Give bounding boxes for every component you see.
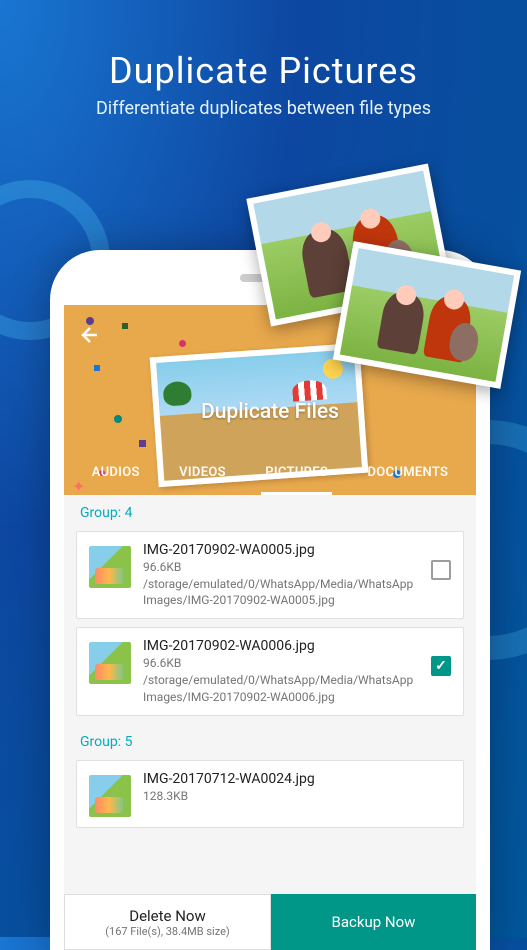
- confetti-icon: [122, 323, 128, 329]
- file-info: IMG-20170902-WA0006.jpg 96.6KB /storage/…: [143, 638, 419, 704]
- floating-photo-stack: [257, 180, 517, 400]
- group-header: Group: 4: [64, 495, 476, 527]
- file-row[interactable]: IMG-20170712-WA0024.jpg 128.3KB: [76, 760, 464, 828]
- file-path: /storage/emulated/0/WhatsApp/Media/Whats…: [143, 576, 419, 608]
- file-info: IMG-20170712-WA0024.jpg 128.3KB: [143, 771, 451, 805]
- page-title: Duplicate Files: [64, 400, 476, 424]
- tab-audios[interactable]: AUDIOS: [88, 453, 144, 495]
- file-row[interactable]: IMG-20170902-WA0005.jpg 96.6KB /storage/…: [76, 531, 464, 619]
- delete-button-subtitle: (167 File(s), 38.4MB size): [105, 925, 230, 938]
- select-checkbox[interactable]: [431, 656, 451, 676]
- delete-button-label: Delete Now: [129, 907, 206, 925]
- arrow-left-icon: [78, 323, 102, 347]
- file-row[interactable]: IMG-20170902-WA0006.jpg 96.6KB /storage/…: [76, 627, 464, 715]
- select-checkbox[interactable]: [431, 560, 451, 580]
- file-thumbnail: [89, 642, 131, 684]
- group-header: Group: 5: [64, 724, 476, 756]
- confetti-icon: [139, 440, 146, 447]
- file-name: IMG-20170712-WA0024.jpg: [143, 771, 451, 787]
- file-thumbnail: [89, 775, 131, 817]
- file-name: IMG-20170902-WA0006.jpg: [143, 638, 419, 654]
- file-name: IMG-20170902-WA0005.jpg: [143, 542, 419, 558]
- tab-documents[interactable]: DOCUMENTS: [364, 453, 453, 495]
- promo-header: Duplicate Pictures Differentiate duplica…: [0, 0, 527, 149]
- promo-subtitle: Differentiate duplicates between file ty…: [20, 98, 507, 119]
- backup-now-button[interactable]: Backup Now: [271, 894, 476, 950]
- back-button[interactable]: [70, 315, 110, 355]
- file-path: /storage/emulated/0/WhatsApp/Media/Whats…: [143, 672, 419, 704]
- file-size: 128.3KB: [143, 789, 451, 803]
- promo-title: Duplicate Pictures: [20, 50, 507, 92]
- file-info: IMG-20170902-WA0005.jpg 96.6KB /storage/…: [143, 542, 419, 608]
- delete-now-button[interactable]: Delete Now (167 File(s), 38.4MB size): [64, 894, 271, 950]
- tab-pictures[interactable]: PICTURES: [261, 453, 332, 495]
- tab-videos[interactable]: VIDEOS: [175, 453, 230, 495]
- confetti-icon: [179, 340, 186, 347]
- file-size: 96.6KB: [143, 560, 419, 574]
- sample-photo: [333, 241, 521, 389]
- confetti-icon: [94, 365, 100, 371]
- bottom-action-bar: Delete Now (167 File(s), 38.4MB size) Ba…: [64, 894, 476, 950]
- file-size: 96.6KB: [143, 656, 419, 670]
- phone-screen: ✦ Duplicate Files AUDIOS VIDEOS PICTURES…: [64, 305, 476, 950]
- file-list[interactable]: Group: 4 IMG-20170902-WA0005.jpg 96.6KB …: [64, 495, 476, 894]
- tab-bar: AUDIOS VIDEOS PICTURES DOCUMENTS: [64, 453, 476, 495]
- file-thumbnail: [89, 546, 131, 588]
